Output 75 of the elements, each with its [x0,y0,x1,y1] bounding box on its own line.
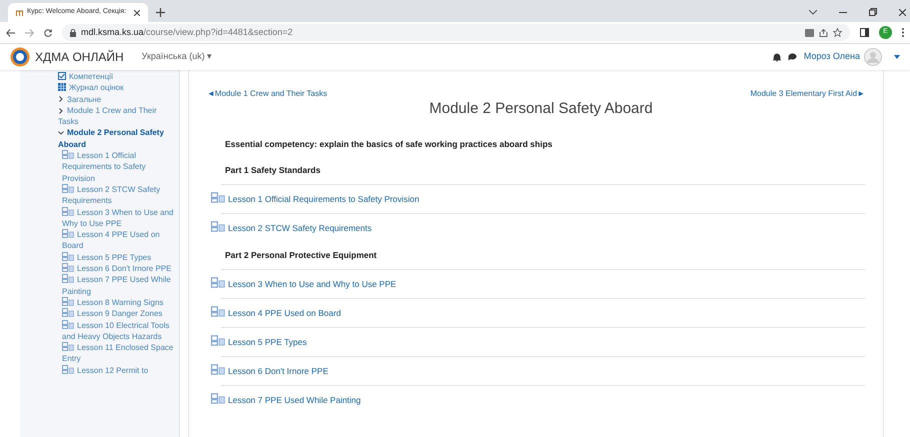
chevron-down-icon [58,131,64,136]
chevron-down-icon[interactable] [809,10,817,15]
caret-icon[interactable] [894,55,900,59]
page-icon [62,296,74,306]
chat-icon[interactable] [788,53,797,61]
page-icon [62,229,74,238]
sidebar-item[interactable]: Lesson 3 When to Use and Why to Use PPE [58,206,175,230]
translate-icon[interactable] [805,28,814,36]
page-icon [62,206,74,216]
page-icon [211,364,225,375]
table-icon [58,83,66,92]
page-icon [62,320,74,329]
sidebar-item[interactable]: Lesson 11 Enclosed Space Entry [58,342,175,365]
sidebar-item[interactable]: Lesson 5 PPE Types [58,252,175,264]
sidebar-item[interactable]: Module 1 Crew and Their Tasks [58,104,175,128]
reload-icon[interactable] [44,28,52,36]
page-icon [62,274,74,284]
section-heading: Part 1 Safety Standards [224,164,322,178]
page-icon [62,184,74,193]
site-icon [16,10,23,16]
sidebar-item[interactable]: Lesson 9 Danger Zones [58,308,175,320]
sidebar-item[interactable]: Lesson 8 Warning Signs [58,296,175,308]
page-icon [211,221,225,232]
lesson-link[interactable]: Lesson 1 Official Requirements to Safety Provision [211,192,420,206]
lesson-link[interactable]: Lesson 7 PPE Used While Painting [211,392,361,407]
share-icon[interactable] [819,28,828,36]
restore-icon[interactable] [869,8,877,16]
close-icon[interactable] [134,10,140,16]
section-title: Module 2 Personal Safety Aboard [428,99,654,119]
sidebar-item[interactable]: Lesson 7 PPE Used While Painting [58,274,175,297]
sidebar-item[interactable]: Журнал оцінок [58,82,175,94]
language-menu[interactable]: Українська (uk) ▾ [142,50,212,64]
sidebar-item[interactable]: Lesson 4 PPE Used on Board [58,229,175,252]
sidebar-item[interactable]: Lesson 10 Electrical Tools and Heavy Objects Hazards [58,320,175,342]
previous-section-link[interactable]: ◄Module 1 Crew and Their Tasks [207,88,328,100]
sidebar-icon[interactable] [860,28,869,37]
page-icon [62,342,74,352]
section-heading: Part 2 Personal Protective Equipment [224,249,378,262]
page-icon [62,364,74,374]
sidebar-item[interactable]: Компетенції [58,71,175,82]
user-name[interactable]: Мороз Олена [804,50,860,64]
page-icon [211,192,225,204]
site-name[interactable]: ХДМА ОНЛАЙН [35,48,124,66]
next-section-link[interactable]: Module 3 Elementary First Aid► [750,88,865,100]
lesson-link[interactable]: Lesson 5 PPE Types [211,334,307,349]
section-heading: Essential competency: explain the basics of safe working practices aboard ships [224,138,554,151]
close-window-icon[interactable] [899,9,906,16]
logo-icon[interactable] [10,47,30,67]
new-tab-icon[interactable] [156,8,165,17]
sidebar-item[interactable]: Lesson 1 Official Requirements to Safety Provision [58,150,175,184]
sidebar-item[interactable]: Lesson 12 Permit to [58,364,175,376]
back-icon[interactable] [6,28,15,36]
url-path: /course/view.php?id=4481&section=2 [144,26,293,37]
lock-icon [70,28,76,36]
sidebar-item[interactable]: Загальне [58,94,175,105]
page-icon [211,392,225,404]
page-icon [62,252,74,261]
lesson-link[interactable]: Lesson 2 STCW Safety Requirements [211,221,372,235]
page-icon [211,334,225,346]
sidebar-item[interactable]: Lesson 2 STCW Safety Requirements [58,184,175,207]
lesson-link[interactable]: Lesson 4 PPE Used on Board [211,306,341,320]
star-icon[interactable] [833,28,842,37]
lesson-link[interactable]: Lesson 6 Don't Irnore PPE [211,364,328,378]
sidebar-item[interactable]: Module 2 Personal Safety Aboard [58,127,175,150]
bell-icon[interactable] [772,52,781,62]
page-icon [62,150,74,160]
lesson-link[interactable]: Lesson 3 When to Use and Why to Use PPE [211,276,396,291]
page-icon [62,263,74,272]
sidebar-item[interactable]: Lesson 6 Don't Irnore PPE [58,263,175,274]
url-host: mdl.ksma.ks.ua [81,26,144,37]
page-icon [62,308,74,318]
checkbox-icon [58,72,66,80]
page-icon [211,276,225,288]
page-icon [211,306,225,317]
address-bar[interactable]: mdl.ksma.ks.ua/course/view.php?id=4481&section=2 [62,24,850,41]
